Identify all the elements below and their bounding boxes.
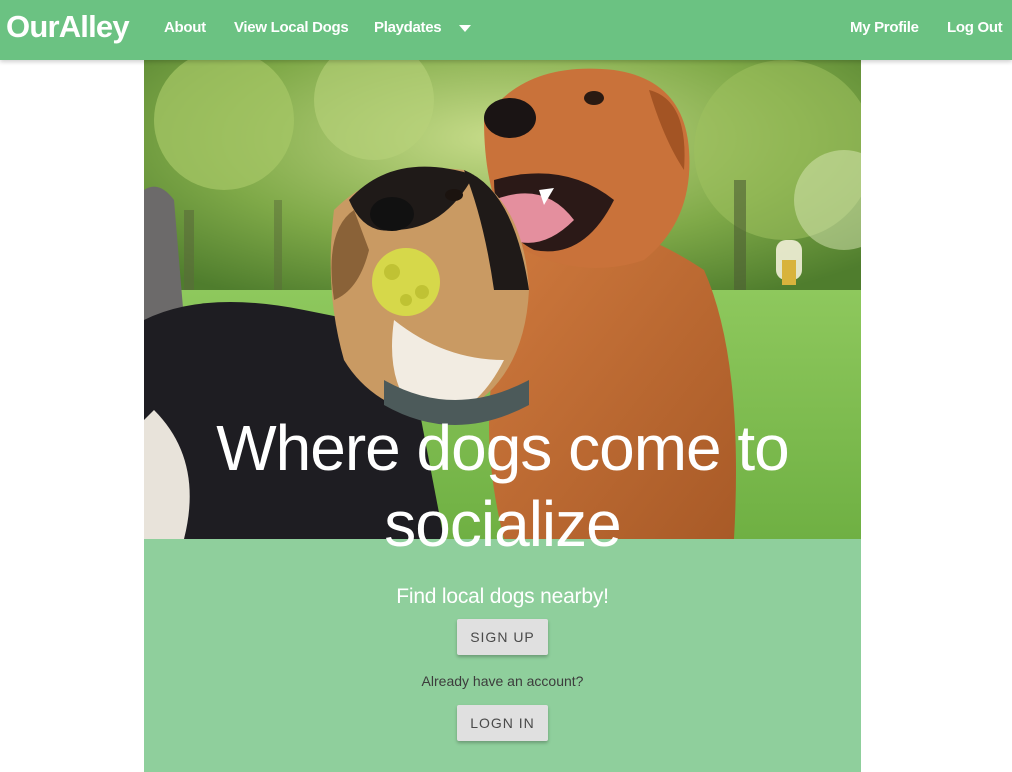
chevron-down-icon[interactable] — [459, 25, 471, 32]
already-have-account-text: Already have an account? — [421, 673, 584, 689]
brand-logo-link[interactable]: OurAlley — [6, 9, 130, 45]
login-button[interactable]: LOGN IN — [457, 705, 548, 741]
nav-view-local-dogs-link[interactable]: View Local Dogs — [234, 19, 349, 36]
signup-button[interactable]: SIGN UP — [457, 619, 548, 655]
cta-subtitle: Find local dogs nearby! — [396, 585, 609, 608]
nav-about-link[interactable]: About — [164, 19, 206, 36]
hero-headline: Where dogs come to socialize — [216, 412, 790, 560]
nav-playdates-link[interactable]: Playdates — [374, 19, 442, 36]
nav-my-profile-link[interactable]: My Profile — [850, 19, 919, 36]
nav-log-out-link[interactable]: Log Out — [947, 19, 1003, 36]
top-navbar: OurAlley About View Local Dogs Playdates… — [0, 0, 1012, 60]
